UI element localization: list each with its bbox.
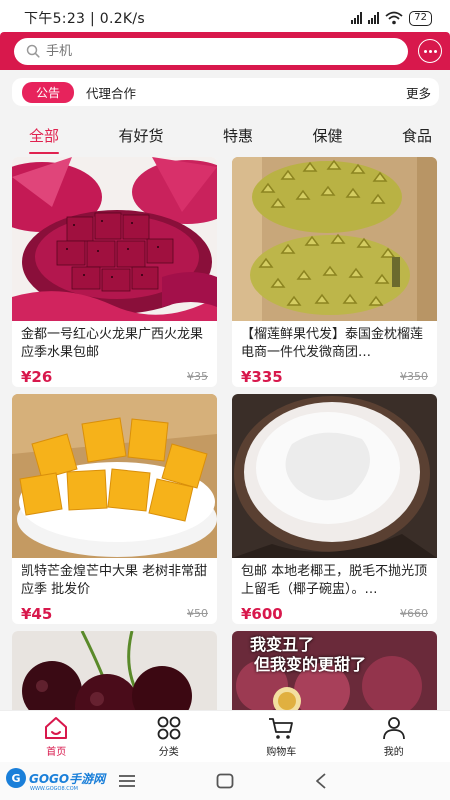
product-image-dragon-fruit[interactable] <box>12 157 217 321</box>
product-title: 【榴莲鲜果代发】泰国金枕榴莲电商一件代发微商团… <box>241 327 424 360</box>
search-header <box>0 32 450 70</box>
notice-text[interactable]: 代理合作 <box>86 83 406 102</box>
tab-category-label: 分类 <box>158 747 179 758</box>
wifi-icon <box>385 11 403 25</box>
product-old-price: ¥35 <box>187 370 208 383</box>
product-old-price: ¥350 <box>400 370 428 383</box>
notice-bar: 公告 代理合作 更多 <box>12 78 439 106</box>
cart-icon <box>269 718 294 739</box>
product-price: ¥26 <box>21 367 53 386</box>
price-row: ¥26 ¥35 <box>12 363 217 387</box>
home-icon <box>45 717 68 739</box>
signal-icon <box>368 12 380 24</box>
product-grid: 金都一号红心火龙果广西火龙果应季水果包邮 ¥26 ¥35 【榴莲鲜果代发】泰国金… <box>12 157 439 710</box>
price-row: ¥45 ¥50 <box>12 600 217 624</box>
product-image-durian[interactable] <box>232 157 437 321</box>
price-row: ¥600 ¥660 <box>232 600 437 624</box>
search-icon <box>26 44 40 58</box>
status-bar: 下午5:23 | 0.2K/s 72 <box>0 0 450 36</box>
status-icons: 72 <box>351 10 432 26</box>
product-price: ¥45 <box>21 604 53 623</box>
product-title: 包邮 本地老椰王，脱毛不抛光顶上留毛（椰子碗盅）。… <box>241 564 428 597</box>
tab-special-offer[interactable]: 特惠 <box>223 118 253 154</box>
logo-text: GOGO手游网 <box>29 771 106 786</box>
watermark-logo: G GOGO手游网 WWW.GOGO8.COM <box>6 768 106 792</box>
tab-category[interactable]: 分类 <box>113 711 226 762</box>
search-input[interactable] <box>46 43 366 59</box>
product-card[interactable]: 包邮 本地老椰王，脱毛不抛光顶上留毛（椰子碗盅）。… ¥600 ¥660 <box>232 394 437 624</box>
product-old-price: ¥50 <box>187 607 208 620</box>
product-title: 金都一号红心火龙果广西火龙果应季水果包邮 <box>21 327 204 360</box>
product-card[interactable]: 凯特芒金煌芒中大果 老树非常甜应季 批发价 ¥45 ¥50 <box>12 394 217 624</box>
notice-badge: 公告 <box>22 81 75 103</box>
tab-mine[interactable]: 我的 <box>338 711 450 762</box>
product-card[interactable]: 我变丑了 但我变的更甜了 <box>232 631 437 710</box>
tab-health[interactable]: 保健 <box>312 118 342 154</box>
tab-cart-label: 购物车 <box>266 747 297 758</box>
tab-food[interactable]: 食品 <box>402 118 432 154</box>
product-card[interactable]: 金都一号红心火龙果广西火龙果应季水果包邮 ¥26 ¥35 <box>12 157 217 387</box>
grid-icon <box>157 716 181 740</box>
price-row: ¥335 ¥350 <box>232 363 437 387</box>
product-image-passion-fruit[interactable]: 我变丑了 但我变的更甜了 <box>232 631 437 710</box>
logo-subtext: WWW.GOGO8.COM <box>30 786 78 792</box>
notice-more-link[interactable]: 更多 <box>406 83 431 102</box>
category-tabs: 全部 有好货 特惠 保健 食品 <box>0 116 450 156</box>
system-nav-bar: G GOGO手游网 WWW.GOGO8.COM <box>0 762 450 800</box>
image-overlay-line: 我变丑了 <box>250 635 315 654</box>
menu-icon[interactable] <box>114 768 140 794</box>
image-overlay-line: 但我变的更甜了 <box>254 655 367 674</box>
user-icon <box>382 717 405 740</box>
tab-good-goods[interactable]: 有好货 <box>118 118 163 154</box>
tab-all[interactable]: 全部 <box>29 118 60 154</box>
tab-mine-label: 我的 <box>383 747 404 758</box>
image-overlay-text: 我变丑了 但我变的更甜了 <box>250 635 366 675</box>
product-card[interactable] <box>12 631 217 710</box>
back-icon[interactable] <box>308 768 334 794</box>
product-price: ¥335 <box>241 367 283 386</box>
tab-home[interactable]: 首页 <box>0 711 113 762</box>
logo-icon: G <box>6 768 26 788</box>
product-image-mango[interactable] <box>12 394 217 558</box>
tab-cart[interactable]: 购物车 <box>225 711 338 762</box>
search-box[interactable] <box>14 37 408 65</box>
product-image-cherry[interactable] <box>12 631 217 710</box>
product-price: ¥600 <box>241 604 283 623</box>
message-icon[interactable] <box>418 39 442 63</box>
bottom-tab-bar: 首页 分类 购物车 我的 <box>0 710 450 762</box>
home-square-icon[interactable] <box>212 768 238 794</box>
battery-icon: 72 <box>409 10 432 26</box>
product-old-price: ¥660 <box>400 607 428 620</box>
signal-icon <box>351 12 363 24</box>
tab-home-label: 首页 <box>46 747 67 758</box>
status-time: 下午5:23 | 0.2K/s <box>24 11 146 27</box>
product-title: 凯特芒金煌芒中大果 老树非常甜应季 批发价 <box>21 564 208 597</box>
product-image-coconut[interactable] <box>232 394 437 558</box>
product-card[interactable]: 【榴莲鲜果代发】泰国金枕榴莲电商一件代发微商团… ¥335 ¥350 <box>232 157 437 387</box>
